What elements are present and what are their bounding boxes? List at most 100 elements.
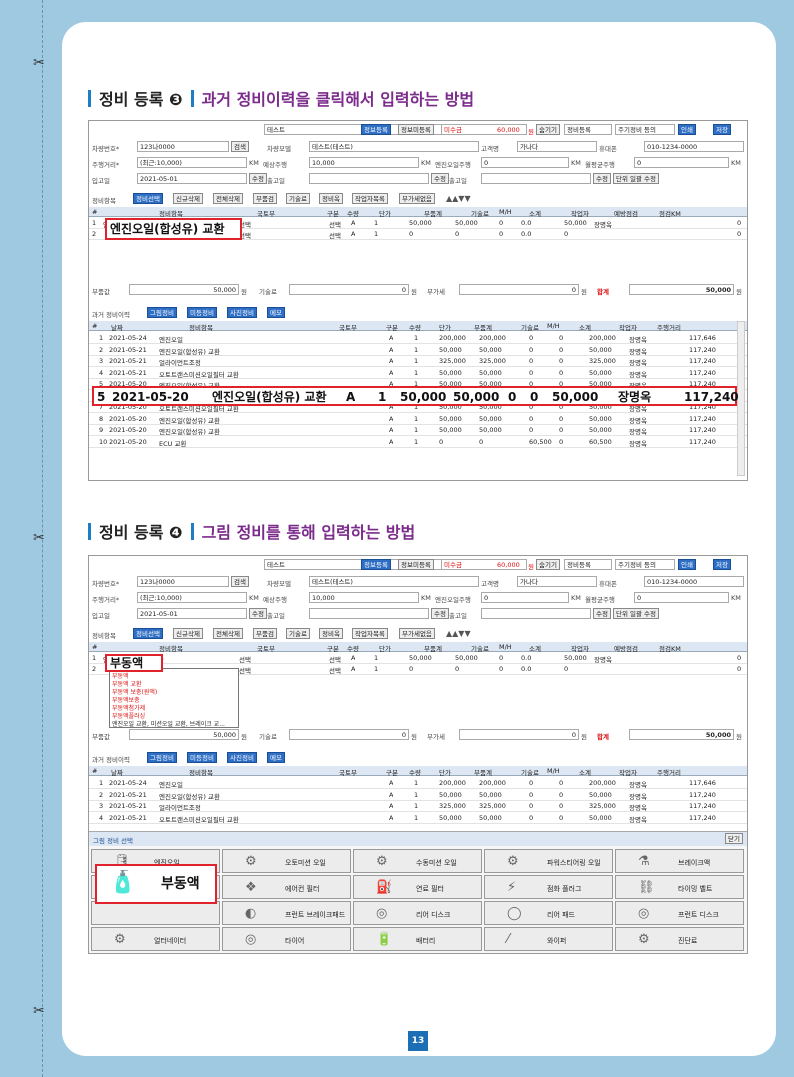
last-check-field[interactable]: 0	[481, 592, 569, 603]
exit-field[interactable]	[309, 173, 429, 184]
exit2-field[interactable]	[481, 608, 591, 619]
repair-tab[interactable]: 정비옥	[319, 628, 343, 639]
history-row[interactable]: 4 2021-05-21 오토트랜스미션오일필터 교환 A 1 50,000 50,000 0…	[89, 368, 747, 379]
history-row[interactable]: 1 2021-05-24 엔진오일 A 1 200,000 200,000 0 0 200,000…	[89, 333, 747, 344]
edit-exit2-button[interactable]: 수정	[593, 173, 611, 184]
print-button[interactable]: 인쇄	[678, 124, 696, 135]
history-tab[interactable]: 미등정비	[187, 752, 217, 763]
history-row[interactable]: 2 2021-05-21 엔진오일(합성유) 교환 A 1 50,000 50,000 0 0 5…	[89, 790, 747, 801]
save-button[interactable]: 저장	[713, 124, 731, 135]
entry-field[interactable]: 2021-05-01	[137, 608, 247, 619]
picture-item[interactable]: ◎ 리어 디스크	[353, 901, 482, 925]
expected-field[interactable]: 10,000	[309, 592, 419, 603]
car-no-field[interactable]: 123나0000	[137, 576, 229, 587]
repair-tab[interactable]: 전체삭제	[213, 193, 243, 204]
history-tab[interactable]: 사진정비	[227, 307, 257, 318]
info-button[interactable]: 정보등록	[361, 559, 391, 570]
info-button[interactable]: 정보등록	[361, 124, 391, 135]
main-select[interactable]: 주기정비 등의	[615, 124, 675, 135]
edit-exit2-button[interactable]: 수정	[593, 608, 611, 619]
client-field[interactable]: 가나다	[517, 576, 597, 587]
edit-entry-button[interactable]: 수정	[249, 173, 267, 184]
repair-tab[interactable]: 기술료	[286, 193, 310, 204]
exit-field[interactable]	[309, 608, 429, 619]
picture-item[interactable]: ⚙ 진단료	[615, 927, 744, 951]
repair-tab[interactable]: 부가세없음	[399, 628, 435, 639]
picture-item[interactable]: ⚙ 파워스티어링 오일	[484, 849, 613, 873]
sort-arrows-icon[interactable]: ▲▲▼▼	[446, 194, 471, 203]
history-tab[interactable]: 메모	[267, 752, 285, 763]
picture-item[interactable]: ⚡ 점화 플러그	[484, 875, 613, 899]
repair-tab[interactable]: 기술료	[286, 628, 310, 639]
car-name-field[interactable]: 테스트(테스트)	[309, 576, 479, 587]
repair-tab[interactable]: 작업자목록	[352, 628, 388, 639]
sort-arrows-icon[interactable]: ▲▲▼▼	[446, 629, 471, 638]
main-select[interactable]: 주기정비 등의	[615, 559, 675, 570]
picture-item[interactable]: ◎ 프런트 디스크	[615, 901, 744, 925]
car-name-field[interactable]: 테스트(테스트)	[309, 141, 479, 152]
exit2-field[interactable]	[481, 173, 591, 184]
mileage-field[interactable]: (최근:10,000)	[137, 157, 247, 168]
history-row[interactable]: 3 2021-05-21 얼라이먼트조정 A 1 325,000 325,000 0 0 325,…	[89, 356, 747, 367]
repair-row[interactable]: 1엔진오일(합성유) 교환선택선택A150,00050,00000.050,00…	[89, 653, 747, 664]
history-row[interactable]: 3 2021-05-21 얼라이먼트조정 A 1 325,000 325,000 0 0 325,…	[89, 801, 747, 812]
repair-select[interactable]: 정비등록	[564, 559, 612, 570]
edit-exit-button[interactable]: 수정	[431, 608, 449, 619]
history-row[interactable]: 4 2021-05-21 오토트랜스미션오일필터 교환 A 1 50,000 50,000 0…	[89, 813, 747, 824]
history-tab[interactable]: 그림정비	[147, 752, 177, 763]
picture-item[interactable]: ◐ 프런트 브레이크패드	[222, 901, 351, 925]
edit-exit-button[interactable]: 수정	[431, 173, 449, 184]
repair-select[interactable]: 정비등록	[564, 124, 612, 135]
history-row[interactable]: 8 2021-05-20 엔진오일(합성유) 교환 A 1 50,000 50,000 0 0 5…	[89, 414, 747, 425]
picture-item[interactable]: ◯ 리어 패드	[484, 901, 613, 925]
repair-tab[interactable]: 부가세없음	[399, 193, 435, 204]
picture-item[interactable]: 🔋 배터리	[353, 927, 482, 951]
repair-tab[interactable]: 전체삭제	[213, 628, 243, 639]
phone-field[interactable]: 010-1234-0000	[644, 576, 744, 587]
history-row[interactable]: 1 2021-05-24 엔진오일 A 1 200,000 200,000 0 0 200,000…	[89, 778, 747, 789]
save-button[interactable]: 저장	[713, 559, 731, 570]
close-button[interactable]: 닫기	[725, 833, 743, 844]
repair-info-button[interactable]: 정보미등록	[398, 124, 434, 135]
unit-edit-button[interactable]: 단위 일괄 수정	[613, 173, 660, 184]
repair-tab[interactable]: 정비옥	[319, 193, 343, 204]
picture-item[interactable]: ⚙ 얼터네이터	[91, 927, 220, 951]
mileage-field[interactable]: (최근:10,000)	[137, 592, 247, 603]
repair-tab[interactable]: 신규삭제	[173, 193, 203, 204]
avg-field[interactable]: 0	[634, 592, 729, 603]
history-row[interactable]: 10 2021-05-20 ECU 교환 A 1 0 0 60,500 0 60,500 장명옥 11…	[89, 437, 747, 448]
history-row[interactable]: 2 2021-05-21 엔진오일(합성유) 교환 A 1 50,000 50,000 0 0 5…	[89, 345, 747, 356]
history-tab[interactable]: 사진정비	[227, 752, 257, 763]
picture-item[interactable]	[91, 901, 220, 925]
edit-entry-button[interactable]: 수정	[249, 608, 267, 619]
last-check-field[interactable]: 0	[481, 157, 569, 168]
repair-tab[interactable]: 부품검	[253, 193, 277, 204]
picture-item[interactable]: ⛓ 타이밍 벨트	[615, 875, 744, 899]
repair-tab[interactable]: 정비선택	[133, 628, 163, 639]
hide-button[interactable]: 숨기기	[536, 559, 560, 570]
repair-tab[interactable]: 정비선택	[133, 193, 163, 204]
phone-field[interactable]: 010-1234-0000	[644, 141, 744, 152]
picture-item[interactable]: ⚗ 브레이크액	[615, 849, 744, 873]
search-button[interactable]: 검색	[231, 141, 249, 152]
dropdown-item[interactable]: 엔진오일 교환, 미션오일 교환, 브레이크 교...	[112, 719, 225, 728]
picture-item[interactable]: ⁄ 와이퍼	[484, 927, 613, 951]
picture-item[interactable]: ❖ 에어컨 필터	[222, 875, 351, 899]
search-button[interactable]: 검색	[231, 576, 249, 587]
picture-item[interactable]: ⛽ 연료 필터	[353, 875, 482, 899]
avg-field[interactable]: 0	[634, 157, 729, 168]
entry-field[interactable]: 2021-05-01	[137, 173, 247, 184]
expected-field[interactable]: 10,000	[309, 157, 419, 168]
history-tab[interactable]: 메모	[267, 307, 285, 318]
callout-history-row[interactable]: 5 2021-05-20 엔진오일(합성유) 교환 A 1 50,000 50,000 0 0 5…	[92, 386, 739, 406]
picture-item[interactable]: ⚙ 오토미션 오일	[222, 849, 351, 873]
hide-button[interactable]: 숨기기	[536, 124, 560, 135]
unit-edit-button[interactable]: 단위 일괄 수정	[613, 608, 660, 619]
picture-item[interactable]: ⚙ 수동미션 오일	[353, 849, 482, 873]
picture-item[interactable]: ◎ 타이어	[222, 927, 351, 951]
car-no-field[interactable]: 123나0000	[137, 141, 229, 152]
print-button[interactable]: 인쇄	[678, 559, 696, 570]
repair-tab[interactable]: 부품검	[253, 628, 277, 639]
client-field[interactable]: 가나다	[517, 141, 597, 152]
history-tab[interactable]: 미등정비	[187, 307, 217, 318]
